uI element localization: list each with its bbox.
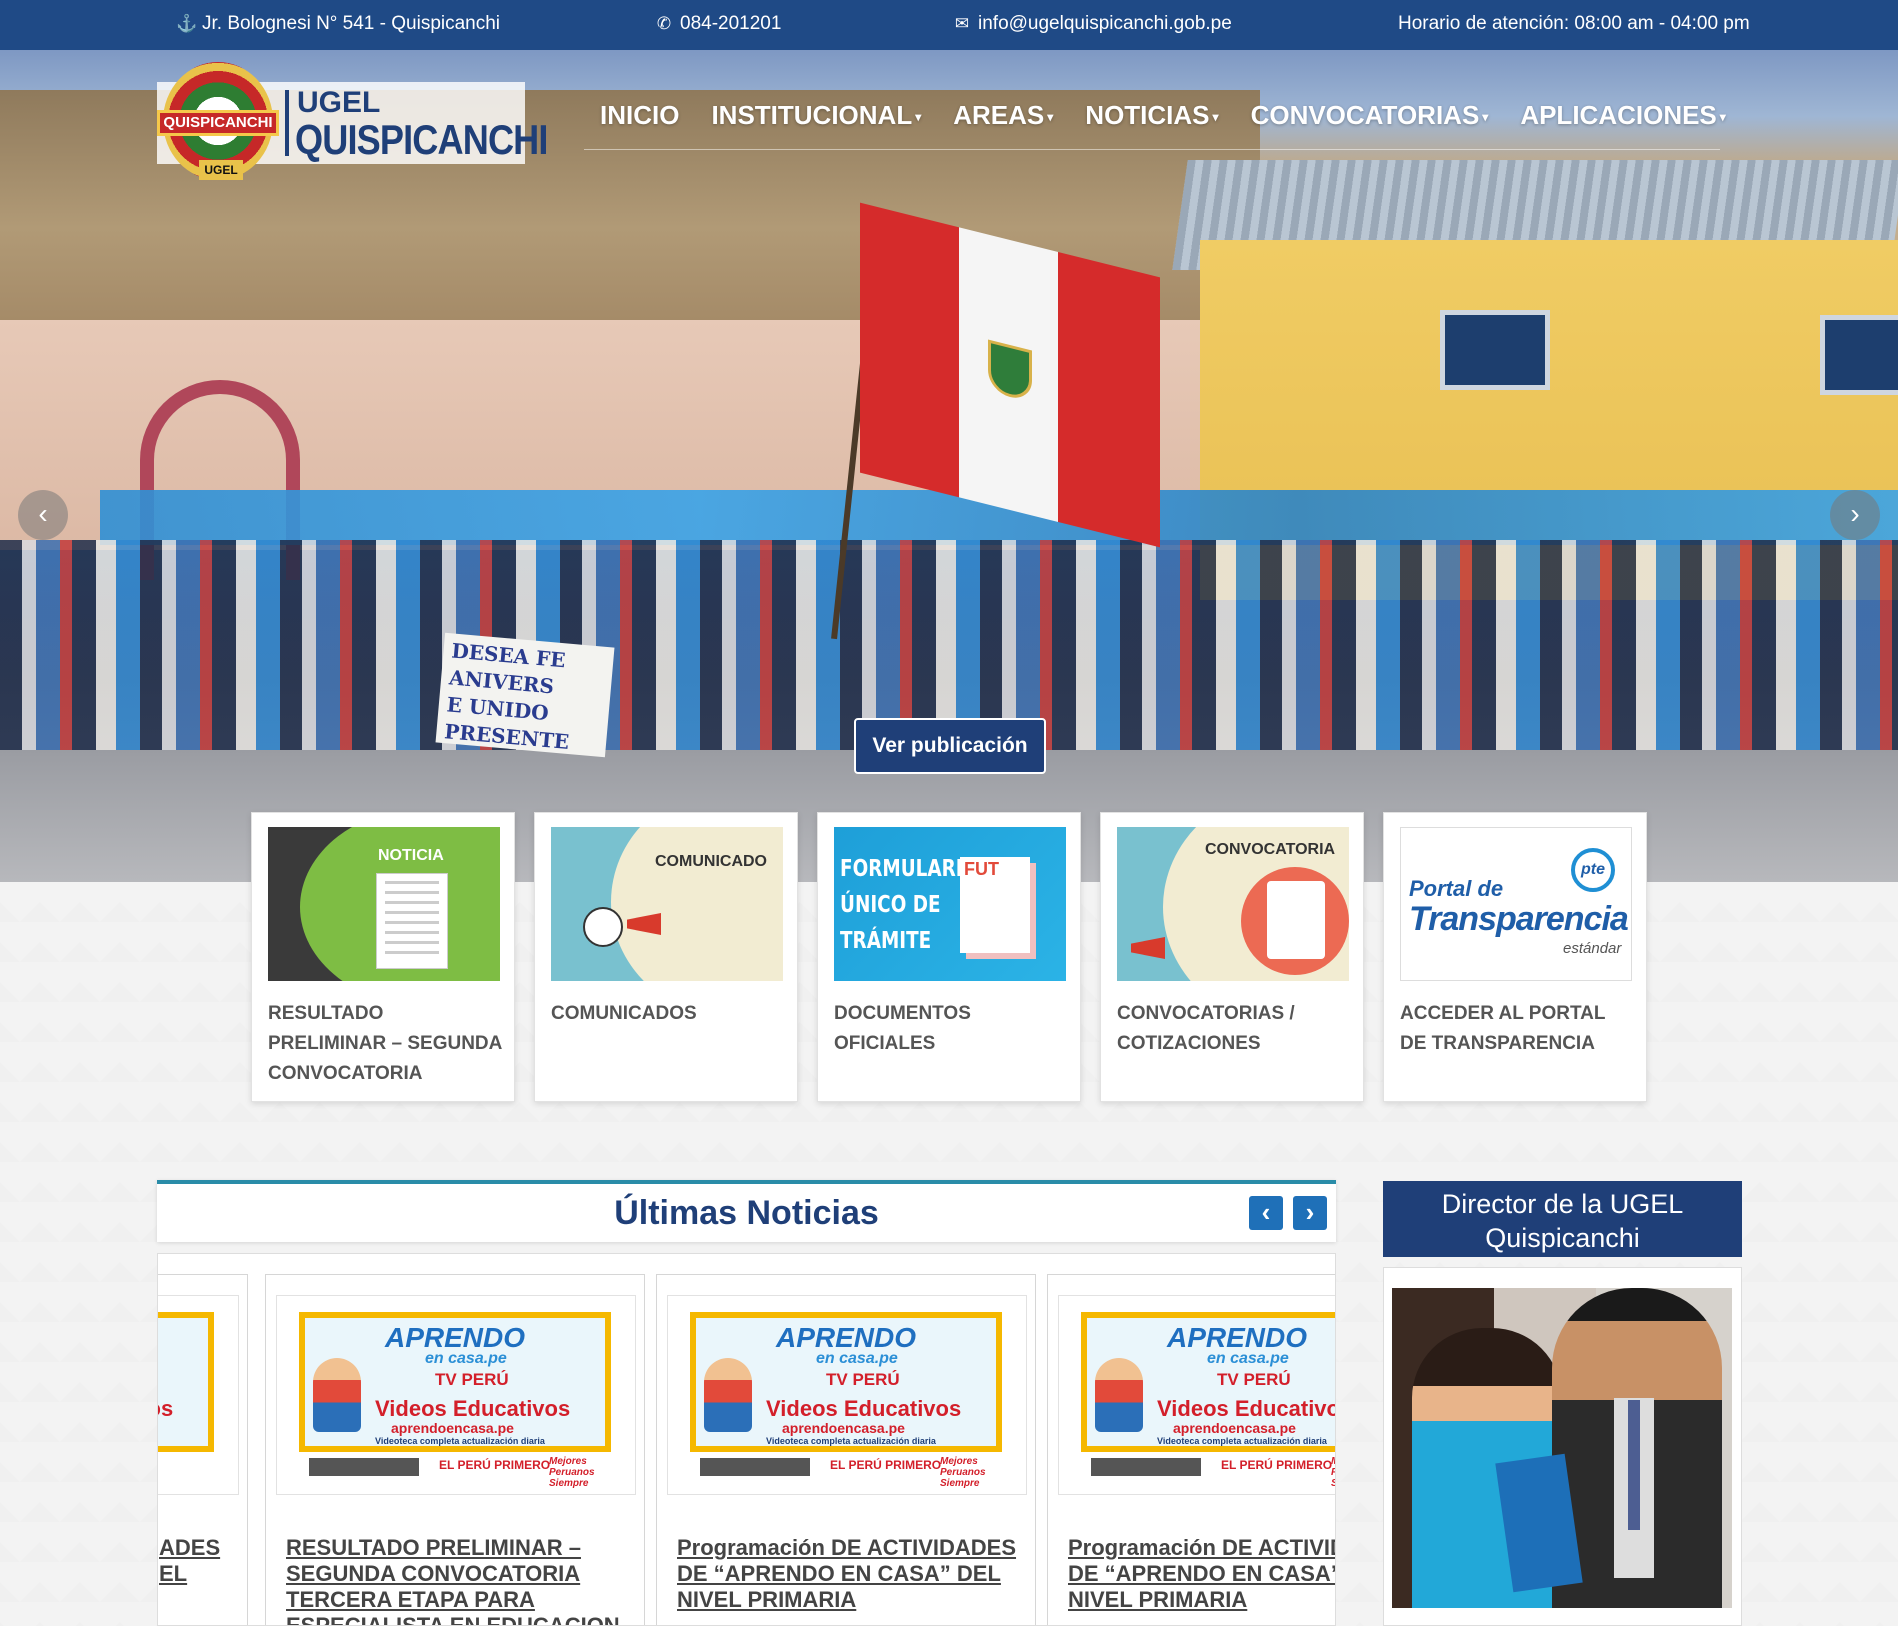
news-card-title[interactable]: RESULTADO PRELIMINAR – SEGUNDA CONVOCATO… <box>286 1535 636 1625</box>
transparencia-thumbnail: pte Portal de Transparencia estándar <box>1400 827 1632 981</box>
nav-areas[interactable]: AREAS ▾ <box>937 100 1069 149</box>
location-icon: ⚓ <box>176 14 198 33</box>
carousel-prev-button[interactable]: ‹ <box>18 490 68 540</box>
phone-icon: ✆ <box>656 14 672 33</box>
document-icon <box>376 873 448 969</box>
news-next-button[interactable]: › <box>1293 1196 1327 1230</box>
caret-down-icon: ▾ <box>1719 110 1726 125</box>
news-card[interactable]: APRENDOen casa.peTV PERÚ Videos Educativ… <box>656 1274 1036 1625</box>
news-image: APRENDOen casa.peTV PERÚ Videos Educativ… <box>1058 1295 1335 1495</box>
hero-carousel: DESEA FE ANIVERS E UNIDO PRESENTE ‹ › Ve… <box>0 50 1898 882</box>
kid-icon <box>1095 1358 1143 1432</box>
director-panel <box>1383 1267 1742 1626</box>
character-icon <box>583 907 623 947</box>
kid-icon <box>313 1358 361 1432</box>
seal-foot-text: UGEL <box>199 160 243 180</box>
caret-down-icon: ▾ <box>1047 110 1054 125</box>
phone-text[interactable]: 084-201201 <box>680 13 781 35</box>
news-card[interactable]: APRENDOen casa.peTV PERÚ Videos Educativ… <box>265 1274 645 1625</box>
hours-text: Horario de atención: 08:00 am - 04:00 pm <box>1398 13 1750 34</box>
caret-down-icon: ▾ <box>1482 110 1489 125</box>
director-header: Director de la UGEL Quispicanchi <box>1383 1181 1742 1257</box>
news-image: APRENDOen casa.peTV PERÚ Videos Educativ… <box>667 1295 1027 1495</box>
news-card[interactable]: APRENDOen casa.peTV PERÚ Videos Educativ… <box>158 1274 248 1625</box>
nav-inicio[interactable]: INICIO <box>584 100 695 149</box>
email-info[interactable]: ✉ info@ugelquispicanchi.gob.pe <box>952 13 1232 35</box>
news-image: APRENDOen casa.peTV PERÚ Videos Educativ… <box>276 1295 636 1495</box>
address-text: Jr. Bolognesi N° 541 - Quispicanchi <box>202 13 501 34</box>
ugel-logo[interactable]: QUISPICANCHI UGEL UGEL QUISPICANCHI <box>157 62 548 180</box>
news-prev-button[interactable]: ‹ <box>1249 1196 1283 1230</box>
news-header: Últimas Noticias ‹ › <box>157 1180 1336 1242</box>
card-convocatorias[interactable]: CONVOCATORIA CONVOCATORIAS / COTIZACIONE… <box>1100 812 1364 1102</box>
card-caption: RESULTADO PRELIMINAR – SEGUNDA CONVOCATO… <box>268 1003 502 1084</box>
convocatoria-thumbnail: CONVOCATORIA <box>1117 827 1349 981</box>
news-title: Últimas Noticias <box>614 1194 879 1232</box>
director-photo[interactable] <box>1392 1288 1732 1608</box>
news-image: APRENDOen casa.peTV PERÚ Videos Educativ… <box>158 1295 239 1495</box>
carousel-next-button[interactable]: › <box>1830 490 1880 540</box>
news-card-title[interactable]: Programación DE ACTIVIDADES DE “APRENDO … <box>1068 1535 1335 1613</box>
kid-icon <box>704 1358 752 1432</box>
phone-info[interactable]: ✆ 084-201201 <box>654 13 782 35</box>
news-carousel: APRENDOen casa.peTV PERÚ Videos Educativ… <box>157 1253 1336 1626</box>
noticia-thumbnail: NOTICIA <box>268 827 500 981</box>
news-card-title[interactable]: Programación DE ACTIVIDADES DE “APRENDO … <box>677 1535 1027 1613</box>
card-transparencia[interactable]: pte Portal de Transparencia estándar ACC… <box>1383 812 1647 1102</box>
card-comunicados[interactable]: COMUNICADO COMUNICADOS <box>534 812 798 1102</box>
view-publication-button[interactable]: Ver publicación <box>854 718 1046 774</box>
logo-line1: UGEL <box>297 86 381 119</box>
card-caption: CONVOCATORIAS / COTIZACIONES <box>1117 1003 1295 1054</box>
top-info-bar: ⚓ Jr. Bolognesi N° 541 - Quispicanchi ✆ … <box>0 0 1898 50</box>
fut-thumbnail: FORMULARIO ÚNICO DE TRÁMITE FUT <box>834 827 1066 981</box>
magnifier-icon: pte <box>1571 848 1615 892</box>
card-caption: DOCUMENTOS OFICIALES <box>834 1003 971 1054</box>
caret-down-icon: ▾ <box>1212 110 1219 125</box>
card-noticia[interactable]: NOTICIA RESULTADO PRELIMINAR – SEGUNDA C… <box>251 812 515 1102</box>
nav-institucional[interactable]: INSTITUCIONAL ▾ <box>695 100 937 149</box>
seal-band-text: QUISPICANCHI <box>157 110 279 136</box>
parade-banner: DESEA FE ANIVERS E UNIDO PRESENTE <box>435 632 615 758</box>
caret-down-icon: ▾ <box>915 110 922 125</box>
coat-of-arms-icon <box>988 339 1032 403</box>
comunicado-thumbnail: COMUNICADO <box>551 827 783 981</box>
card-documentos[interactable]: FORMULARIO ÚNICO DE TRÁMITE FUT DOCUMENT… <box>817 812 1081 1102</box>
nav-convocatorias[interactable]: CONVOCATORIAS ▾ <box>1235 100 1505 149</box>
logo-line2: QUISPICANCHI <box>295 116 548 163</box>
main-nav: INICIO INSTITUCIONAL ▾ AREAS ▾ NOTICIAS ▾ C… <box>584 100 1726 150</box>
card-caption: ACCEDER AL PORTAL DE TRANSPARENCIA <box>1400 1003 1606 1054</box>
email-icon: ✉ <box>954 14 970 33</box>
megaphone-icon <box>1131 937 1165 959</box>
cv-search-icon <box>1267 881 1325 959</box>
email-link[interactable]: info@ugelquispicanchi.gob.pe <box>978 13 1232 35</box>
hours-info: Horario de atención: 08:00 am - 04:00 pm <box>1398 13 1750 35</box>
nav-noticias[interactable]: NOTICIAS ▾ <box>1069 100 1234 149</box>
card-caption: COMUNICADOS <box>551 1003 697 1024</box>
address-info: ⚓ Jr. Bolognesi N° 541 - Quispicanchi <box>176 13 500 35</box>
nav-aplicaciones[interactable]: APLICACIONES ▾ <box>1504 100 1742 149</box>
news-card[interactable]: APRENDOen casa.peTV PERÚ Videos Educativ… <box>1047 1274 1335 1625</box>
